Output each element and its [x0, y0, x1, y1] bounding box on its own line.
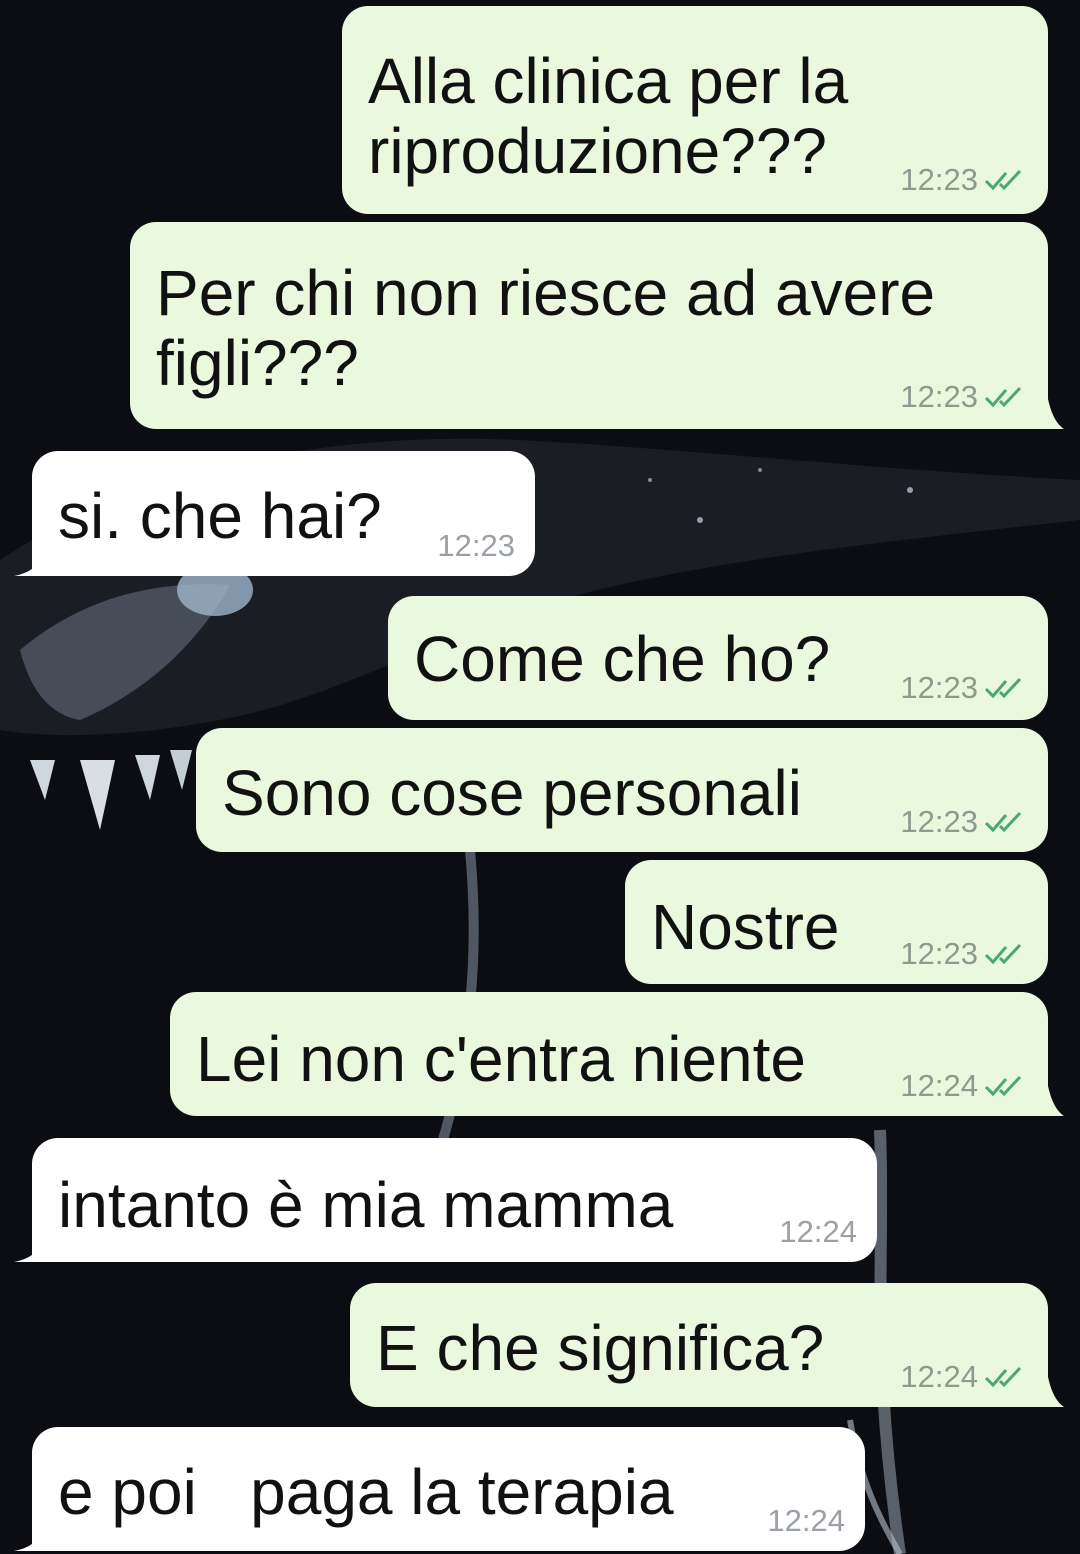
message-meta: 12:23 — [437, 528, 515, 564]
message-text: intanto è mia mamma — [58, 1169, 674, 1241]
message-bubble-outgoing[interactable]: E che significa? 12:24 — [350, 1283, 1048, 1407]
message-text: Alla clinica per la riproduzione??? — [368, 45, 849, 187]
message-bubble-outgoing[interactable]: Come che ho? 12:23 — [388, 596, 1048, 720]
message-meta: 12:24 — [767, 1503, 845, 1539]
double-check-icon — [984, 677, 1022, 699]
message-meta: 12:23 — [900, 936, 1028, 972]
message-time: 12:23 — [900, 162, 978, 197]
message-meta: 12:24 — [779, 1214, 857, 1250]
message-text: e poi paga la terapia — [58, 1456, 674, 1528]
message-bubble-incoming[interactable]: intanto è mia mamma 12:24 — [32, 1138, 877, 1262]
bubble-tail — [14, 1232, 44, 1262]
message-meta: 12:24 — [900, 1359, 1028, 1395]
message-text: Come che ho? — [414, 623, 831, 695]
message-time: 12:23 — [900, 670, 978, 705]
bubble-tail — [14, 1521, 44, 1551]
double-check-icon — [984, 1075, 1022, 1097]
message-time: 12:24 — [767, 1503, 845, 1538]
message-meta: 12:24 — [900, 1068, 1028, 1104]
message-text: Nostre — [651, 891, 840, 963]
message-text: Sono cose personali — [222, 757, 802, 829]
message-text: E che significa? — [376, 1312, 825, 1384]
message-meta: 12:23 — [900, 804, 1028, 840]
message-bubble-outgoing[interactable]: Per chi non riesce ad avere figli??? 12:… — [130, 222, 1048, 429]
bubble-tail — [1048, 1086, 1064, 1116]
double-check-icon — [984, 811, 1022, 833]
message-bubble-outgoing[interactable]: Sono cose personali 12:23 — [196, 728, 1048, 852]
message-meta: 12:23 — [900, 670, 1028, 706]
message-bubble-incoming[interactable]: e poi paga la terapia 12:24 — [32, 1427, 865, 1551]
message-bubble-outgoing[interactable]: Alla clinica per la riproduzione??? 12:2… — [342, 6, 1048, 214]
bubble-tail — [14, 546, 44, 576]
message-time: 12:24 — [900, 1359, 978, 1394]
double-check-icon — [984, 386, 1022, 408]
message-time: 12:23 — [900, 936, 978, 971]
double-check-icon — [984, 169, 1022, 191]
message-meta: 12:23 — [900, 162, 1028, 198]
message-time: 12:24 — [779, 1214, 857, 1249]
double-check-icon — [984, 1366, 1022, 1388]
message-bubble-outgoing[interactable]: Lei non c'entra niente 12:24 — [170, 992, 1048, 1116]
message-bubble-incoming[interactable]: si. che hai? 12:23 — [32, 451, 535, 576]
bubble-tail — [1048, 1377, 1064, 1407]
double-check-icon — [984, 943, 1022, 965]
message-text: si. che hai? — [58, 480, 382, 552]
message-time: 12:23 — [437, 528, 515, 563]
bubble-tail — [1048, 399, 1064, 429]
message-bubble-outgoing[interactable]: Nostre 12:23 — [625, 860, 1048, 984]
message-text: Lei non c'entra niente — [196, 1023, 806, 1095]
message-time: 12:23 — [900, 804, 978, 839]
message-time: 12:24 — [900, 1068, 978, 1103]
message-meta: 12:23 — [900, 379, 1028, 415]
message-time: 12:23 — [900, 379, 978, 414]
message-text: Per chi non riesce ad avere figli??? — [156, 257, 936, 399]
